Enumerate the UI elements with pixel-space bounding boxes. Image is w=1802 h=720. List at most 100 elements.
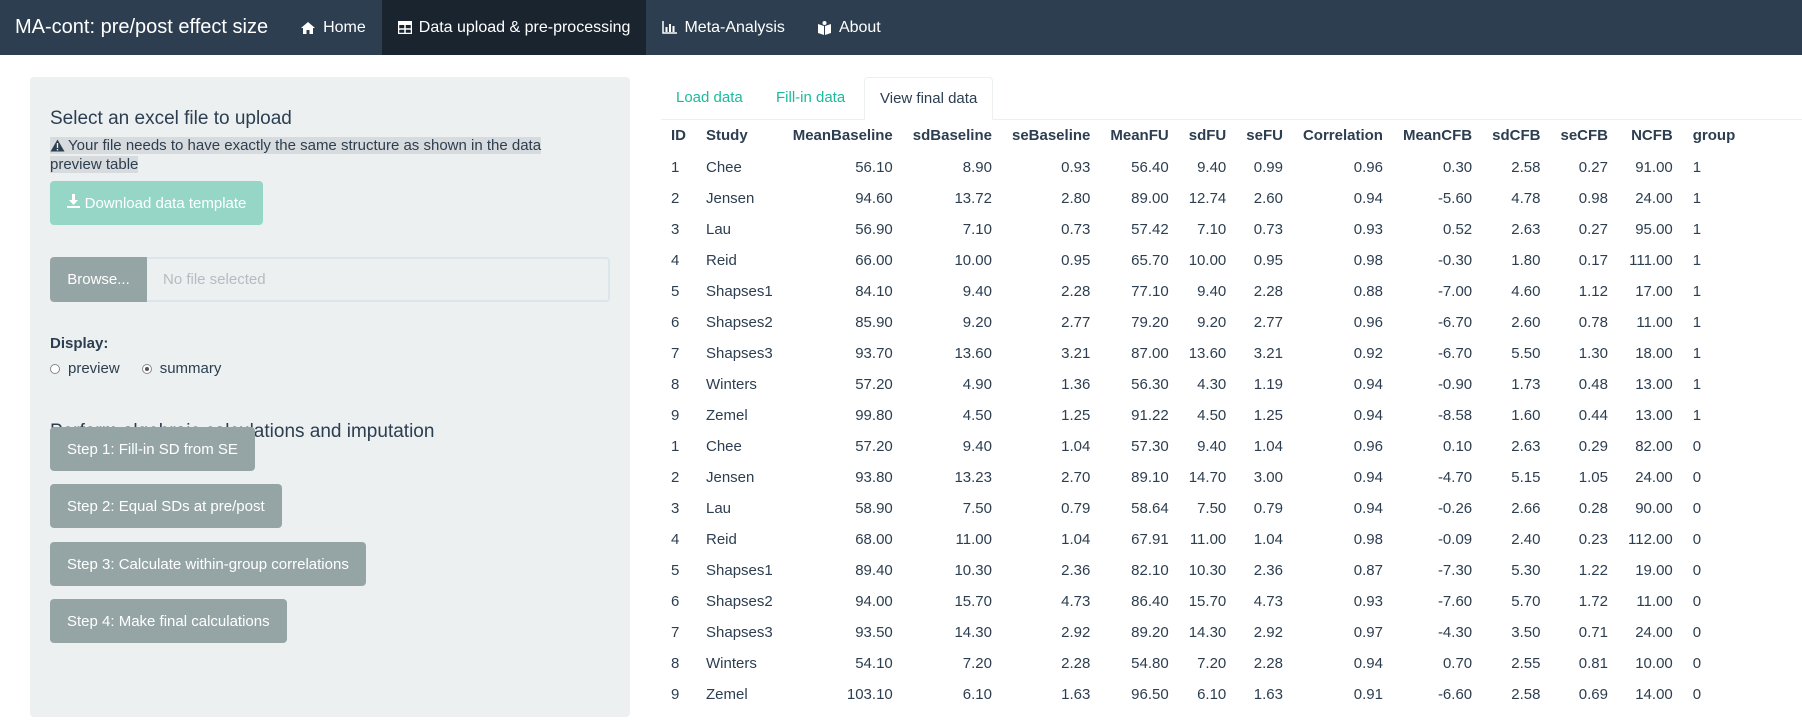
table-cell: Shapses1 xyxy=(706,283,773,300)
table-cell: -7.00 xyxy=(1437,283,1473,300)
tab-load-data[interactable]: Load data xyxy=(661,77,758,119)
bar-chart-icon xyxy=(662,21,678,34)
column-header: MeanFU xyxy=(1110,127,1169,144)
table-cell: 1.60 xyxy=(1511,407,1541,424)
table-cell: 0 xyxy=(1692,624,1702,641)
table-cell: 1.05 xyxy=(1578,469,1608,486)
step2-button[interactable]: Step 2: Equal SDs at pre/post xyxy=(50,484,282,528)
step1-button[interactable]: Step 1: Fill-in SD from SE xyxy=(50,427,255,471)
table-cell: 58.90 xyxy=(855,500,893,517)
table-cell: 99.80 xyxy=(855,407,893,424)
download-template-button[interactable]: Download data template xyxy=(50,181,263,225)
table-cell: 13.60 xyxy=(954,345,992,362)
tab-fill-in-data[interactable]: Fill-in data xyxy=(761,77,860,119)
table-cell: 54.10 xyxy=(855,655,893,672)
table-cell: 4.73 xyxy=(1253,593,1283,610)
table-cell: 4.50 xyxy=(962,407,992,424)
table-cell: 1 xyxy=(1692,407,1702,424)
table-cell: 2.58 xyxy=(1511,686,1541,703)
table-cell: 85.90 xyxy=(855,314,893,331)
table-cell: 0.71 xyxy=(1578,624,1608,641)
table-cell: 12.74 xyxy=(1188,190,1227,207)
final-data-table: ID Study MeanBaseline sdBaseline seBaseline M… xyxy=(661,119,1745,710)
table-cell: 2 xyxy=(671,469,680,486)
table-cell: 0.78 xyxy=(1578,314,1608,331)
table-cell: 17.00 xyxy=(1635,283,1673,300)
table-row: 8 Winters 54.10 7.20 2.28 54.80 7.20 2.28 0.94 0.… xyxy=(661,648,1745,679)
table-cell: 4.78 xyxy=(1511,190,1541,207)
table-cell: 1.04 xyxy=(1061,531,1091,548)
radio-preview-circle[interactable] xyxy=(50,363,60,374)
table-cell: 19.00 xyxy=(1635,562,1673,579)
table-cell: 94.60 xyxy=(855,190,893,207)
table-cell: 0.79 xyxy=(1253,500,1283,517)
table-cell: 0.48 xyxy=(1578,376,1608,393)
warning-icon xyxy=(50,139,65,156)
column-header: sdBaseline xyxy=(912,127,992,144)
table-cell: 0.79 xyxy=(1061,500,1091,517)
table-cell: 1.25 xyxy=(1253,407,1283,424)
table-cell: 91.00 xyxy=(1635,159,1673,176)
nav-meta-analysis[interactable]: Meta-Analysis xyxy=(646,0,800,55)
nav-data-upload-label: Data upload & pre-processing xyxy=(418,18,631,36)
radio-summary-circle[interactable] xyxy=(141,363,152,374)
table-cell: 0.97 xyxy=(1353,624,1383,641)
nav-about[interactable]: About xyxy=(801,0,897,55)
table-cell: 5 xyxy=(671,283,680,300)
table-cell: 1.30 xyxy=(1578,345,1608,362)
table-cell: 0 xyxy=(1692,469,1702,486)
table-cell: 1 xyxy=(1692,376,1702,393)
table-cell: 7.10 xyxy=(962,221,992,238)
table-cell: 0.30 xyxy=(1442,159,1473,176)
table-cell: Reid xyxy=(706,531,737,548)
radio-preview[interactable]: preview xyxy=(50,360,120,377)
table-row: 1 Chee 56.10 8.90 0.93 56.40 9.40 0.99 0.96 0.30 2… xyxy=(661,152,1745,183)
table-cell: 0.94 xyxy=(1353,190,1383,207)
table-cell: 103.10 xyxy=(846,686,893,703)
table-cell: Jensen xyxy=(706,469,755,486)
display-label: Display: xyxy=(50,335,109,352)
table-cell: Zemel xyxy=(706,686,748,703)
table-cell: 24.00 xyxy=(1635,624,1673,641)
table-cell: 2.80 xyxy=(1061,190,1091,207)
table-cell: 68.00 xyxy=(855,531,893,548)
table-cell: 2.28 xyxy=(1253,655,1283,672)
browse-button[interactable]: Browse... xyxy=(50,257,147,302)
table-cell: 7.10 xyxy=(1197,221,1227,238)
table-cell: 9.40 xyxy=(962,438,992,455)
nav-home[interactable]: Home xyxy=(284,0,382,55)
table-cell: -0.30 xyxy=(1437,252,1473,269)
table-cell: 5.15 xyxy=(1511,469,1541,486)
step4-button[interactable]: Step 4: Make final calculations xyxy=(50,599,287,643)
table-cell: 89.10 xyxy=(1131,469,1169,486)
table-cell: 1 xyxy=(671,159,680,176)
table-cell: 0.10 xyxy=(1442,438,1473,455)
table-cell: 6.10 xyxy=(1197,686,1227,703)
nav-meta-analysis-label: Meta-Analysis xyxy=(684,18,785,36)
nav-data-upload[interactable]: Data upload & pre-processing xyxy=(381,0,647,55)
app-brand[interactable]: MA-cont: pre/post effect size xyxy=(0,0,284,55)
file-name-field[interactable]: No file selected xyxy=(147,257,610,302)
table-cell: 0.92 xyxy=(1353,345,1383,362)
table-cell: -6.70 xyxy=(1437,314,1473,331)
table-cell: 8 xyxy=(671,655,680,672)
table-cell: 0.93 xyxy=(1061,159,1091,176)
table-cell: 4 xyxy=(671,531,680,548)
table-cell: 3 xyxy=(671,221,680,238)
table-cell: 1.72 xyxy=(1578,593,1608,610)
table-cell: 1.25 xyxy=(1061,407,1091,424)
table-cell: 1.04 xyxy=(1253,531,1283,548)
table-cell: Reid xyxy=(706,252,737,269)
step3-button[interactable]: Step 3: Calculate within-group correlati… xyxy=(50,542,366,586)
table-cell: 2.55 xyxy=(1511,655,1541,672)
tab-view-final-data[interactable]: View final data xyxy=(864,77,994,120)
table-cell: 0.96 xyxy=(1353,438,1383,455)
table-cell: 15.70 xyxy=(1188,593,1227,610)
table-cell: 96.50 xyxy=(1131,686,1169,703)
table-cell: -5.60 xyxy=(1437,190,1473,207)
table-cell: -0.09 xyxy=(1437,531,1473,548)
table-cell: 10.00 xyxy=(1188,252,1227,269)
table-cell: 13.72 xyxy=(954,190,992,207)
table-cell: 77.10 xyxy=(1131,283,1169,300)
radio-summary[interactable]: summary xyxy=(141,360,221,377)
